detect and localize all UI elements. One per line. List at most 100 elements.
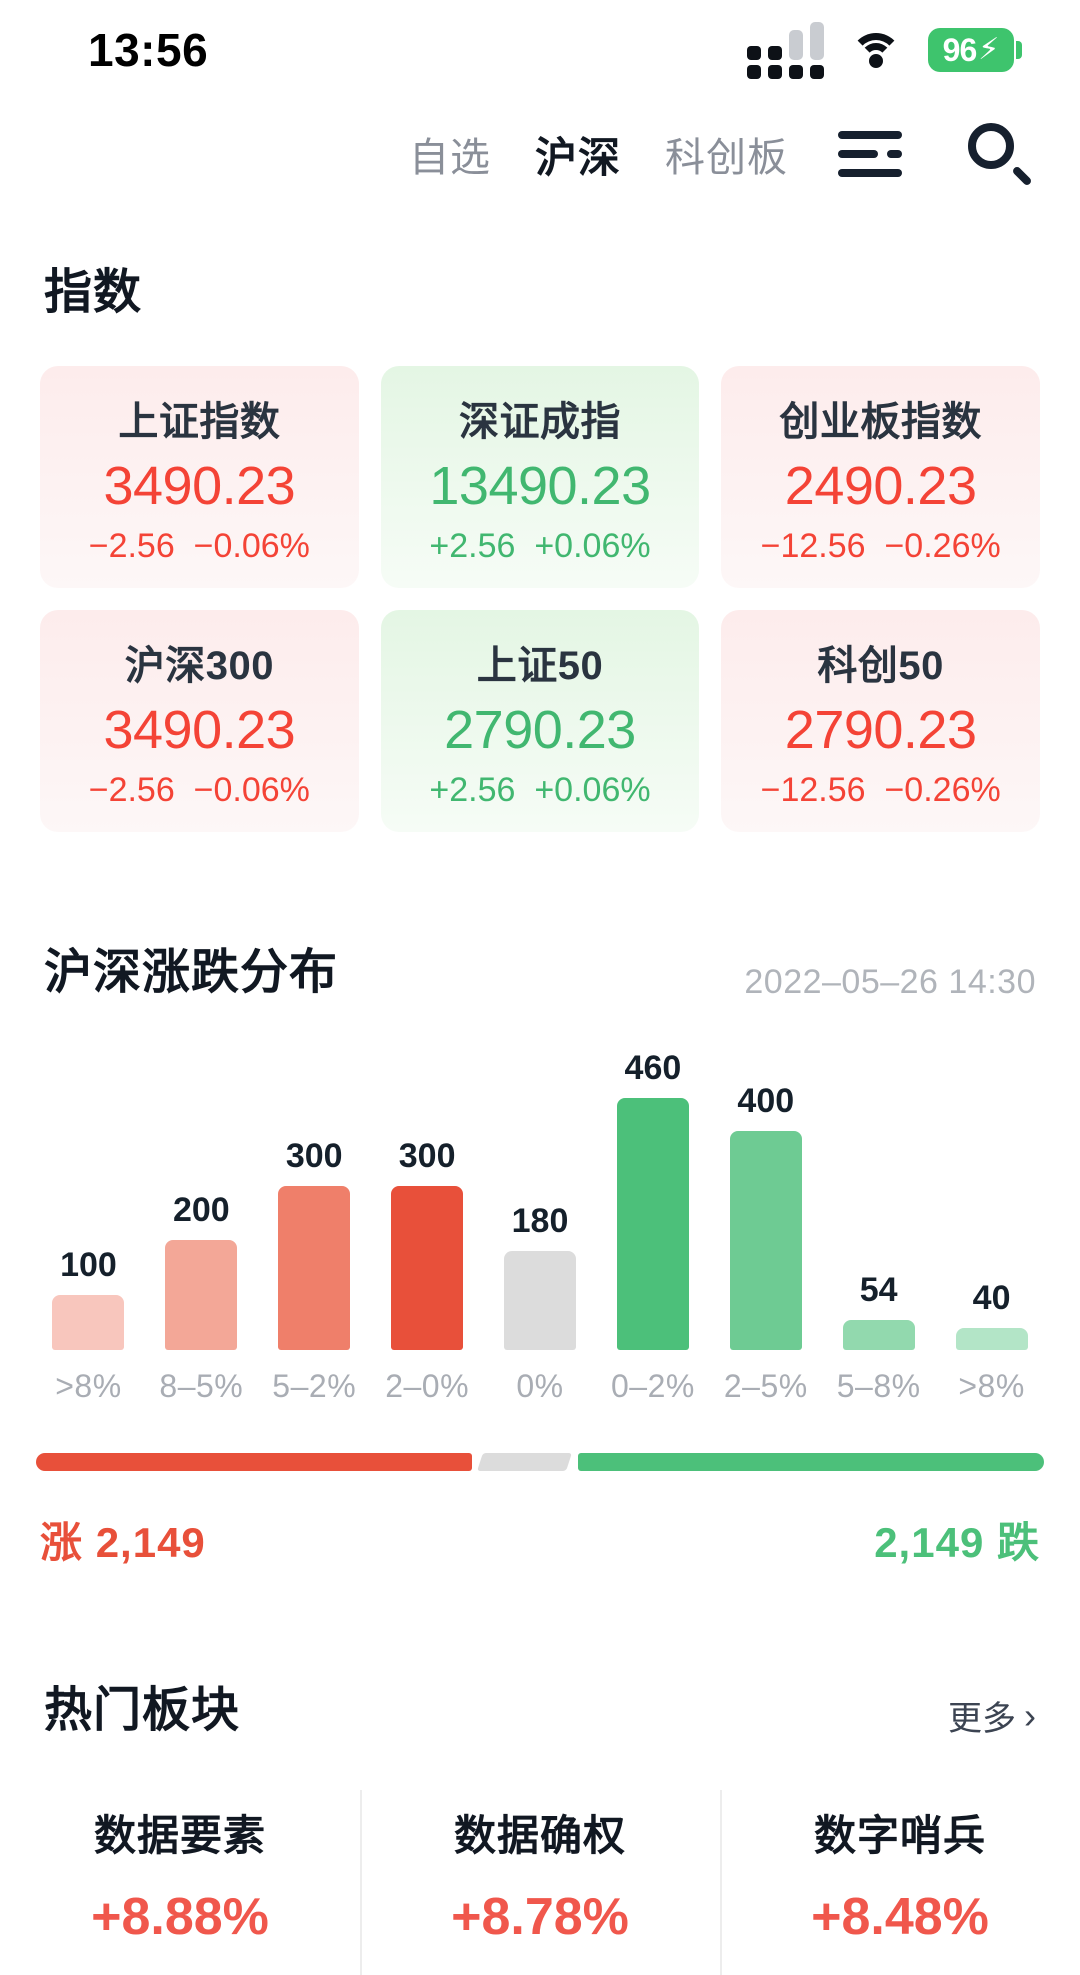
index-card-shanghai-composite[interactable]: 上证指数 3490.23 −2.56 −0.06% (40, 366, 359, 588)
sector-name: 数字哨兵 (813, 1812, 986, 1859)
bar-column: 200 (145, 1040, 258, 1350)
index-change-pct: −0.26% (884, 526, 1001, 565)
bar-x-label: 2–5% (723, 1368, 808, 1404)
bar-column: 300 (258, 1040, 371, 1350)
down-label: 跌 (996, 1519, 1040, 1566)
index-value: 3490.23 (103, 455, 296, 516)
bar-value-label: 300 (285, 1137, 343, 1175)
indices-section-header: 指数 (0, 208, 1080, 322)
index-change: −2.56 −0.06% (89, 771, 310, 810)
sector-percent: +8.48% (811, 1888, 989, 1946)
index-change: +2.56 +0.06% (429, 527, 650, 566)
distribution-timestamp: 2022–05–26 14:30 (744, 963, 1036, 1001)
bar-column: 54 (822, 1040, 935, 1350)
bar-rect (504, 1251, 576, 1350)
index-change-abs: −2.56 (88, 526, 175, 565)
index-change-pct: −0.26% (884, 770, 1001, 809)
bar-rect (955, 1328, 1028, 1350)
bar-rect (165, 1240, 238, 1350)
index-change-abs: −12.56 (760, 770, 866, 809)
bar-x-label: >8% (55, 1368, 122, 1404)
bar-column: 460 (596, 1040, 709, 1350)
top-navigation: 自选 沪深 科创板 (0, 100, 1080, 208)
bar-value-label: 180 (511, 1202, 569, 1240)
battery-percent-label: 96 (942, 31, 978, 68)
index-name: 创业板指数 (779, 399, 982, 444)
index-change-pct: −0.06% (193, 770, 310, 809)
index-change: +2.56 +0.06% (429, 771, 650, 810)
status-bar-clock: 13:56 (88, 24, 209, 76)
sector-name: 数据要素 (93, 1812, 266, 1859)
index-card-chinext[interactable]: 创业板指数 2490.23 −12.56 −0.26% (721, 366, 1040, 588)
wifi-icon (850, 31, 902, 69)
indices-card-grid: 上证指数 3490.23 −2.56 −0.06% 深证成指 13490.23 … (0, 322, 1080, 832)
search-icon[interactable] (968, 123, 1033, 187)
bar-x-label: 0% (516, 1368, 564, 1404)
sector-tile[interactable]: 数据要素 +8.88% (0, 1784, 360, 1965)
bar-column: 400 (709, 1040, 822, 1350)
index-name: 深证成指 (458, 399, 621, 444)
signal-icon (747, 21, 824, 79)
index-change-pct: +0.06% (534, 770, 651, 809)
bar-column: 40 (935, 1040, 1048, 1350)
hot-sectors-section-header: 热门板块 更多 › (0, 1670, 1080, 1740)
index-value: 2790.23 (784, 699, 977, 760)
bar-x-label: 5–2% (272, 1368, 357, 1404)
bar-rect (842, 1320, 915, 1350)
index-card-sse50[interactable]: 上证50 2790.23 +2.56 +0.06% (380, 610, 700, 832)
bar-x-label: 8–5% (159, 1368, 244, 1404)
index-change-pct: +0.06% (534, 526, 651, 565)
bar-x-label: 2–0% (385, 1368, 470, 1404)
bar-chart-x-axis-labels: >8% 8–5% 5–2% 2–0% 0% 0–2% 2–5% 5–8% >8% (32, 1368, 1048, 1405)
status-bar-indicators: 96 ⚡ (747, 21, 1022, 79)
index-value: 2490.23 (784, 455, 977, 516)
index-card-csi300[interactable]: 沪深300 3490.23 −2.56 −0.06% (40, 610, 359, 832)
bar-value-label: 460 (624, 1049, 682, 1087)
index-change-abs: +2.56 (429, 526, 516, 565)
bar-value-label: 100 (60, 1246, 117, 1284)
bar-value-label: 300 (398, 1137, 456, 1175)
ratio-segment-flat (477, 1453, 573, 1471)
bar-rect (278, 1186, 351, 1350)
index-change: −2.56 −0.06% (89, 527, 310, 566)
bar-column: 100 (32, 1040, 145, 1350)
index-value: 13490.23 (429, 455, 651, 516)
index-name: 上证50 (476, 643, 604, 688)
bar-column: 300 (371, 1040, 484, 1350)
ratio-segment-down (577, 1453, 1044, 1471)
down-count: 2,149 (874, 1519, 985, 1566)
bar-x-label: >8% (958, 1368, 1025, 1404)
sector-name: 数据确权 (453, 1812, 626, 1859)
index-card-shenzhen-component[interactable]: 深证成指 13490.23 +2.56 +0.06% (380, 366, 700, 588)
index-change-abs: −12.56 (760, 526, 866, 565)
bar-rect (616, 1098, 689, 1350)
indices-title: 指数 (44, 266, 143, 319)
sector-tile[interactable]: 数据确权 +8.78% (360, 1784, 720, 1975)
index-value: 3490.23 (103, 699, 296, 760)
bar-x-label: 0–2% (610, 1368, 695, 1404)
bar-rect (729, 1131, 802, 1350)
bar-value-label: 54 (859, 1271, 898, 1309)
hot-sectors-more-link[interactable]: 更多 › (948, 1691, 1036, 1740)
bar-x-label: 5–8% (836, 1368, 921, 1404)
index-value: 2790.23 (444, 699, 636, 760)
bar-rect (391, 1186, 464, 1350)
bar-value-label: 200 (172, 1191, 230, 1229)
sector-tile[interactable]: 数字哨兵 +8.48% (720, 1784, 1080, 1975)
tab-hushen[interactable]: 沪深 (535, 124, 621, 185)
index-change-abs: +2.56 (429, 770, 516, 809)
index-change: −12.56 −0.26% (761, 771, 1001, 810)
bar-rect (52, 1295, 125, 1350)
more-label: 更多 (948, 1700, 1016, 1738)
distribution-title: 沪深涨跌分布 (44, 946, 339, 999)
tab-kechuangban[interactable]: 科创板 (665, 125, 788, 183)
bar-value-label: 400 (737, 1082, 795, 1120)
down-count-group: 2,149 跌 (874, 1509, 1040, 1570)
index-card-star50[interactable]: 科创50 2790.23 −12.56 −0.26% (721, 610, 1040, 832)
battery-icon: 96 ⚡ (928, 28, 1022, 72)
hot-sectors-title: 热门板块 (44, 1684, 241, 1737)
tab-zixuan[interactable]: 自选 (409, 125, 491, 183)
up-count: 2,149 (95, 1519, 206, 1566)
distribution-bar-chart: 100 200 300 300 180 460 400 54 40 >8% 8–5% 5–2% 2–0… (0, 1040, 1080, 1405)
hamburger-menu-icon[interactable] (838, 131, 902, 177)
